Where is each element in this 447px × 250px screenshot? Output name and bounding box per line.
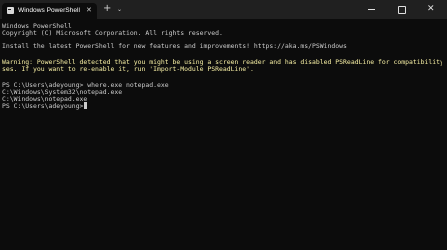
new-tab-button[interactable]: + xyxy=(103,3,111,15)
close-icon: ✕ xyxy=(427,4,435,14)
tab-close-icon[interactable]: ✕ xyxy=(86,5,92,16)
terminal-window: Windows PowerShell ✕ + ⌄ ✕ Windows Power… xyxy=(0,0,447,250)
title-bar: Windows PowerShell ✕ + ⌄ ✕ xyxy=(0,0,447,19)
maximize-button[interactable] xyxy=(387,0,417,19)
minimize-button[interactable] xyxy=(357,0,387,19)
maximize-icon xyxy=(398,6,406,14)
tab-windows-powershell[interactable]: Windows PowerShell ✕ xyxy=(2,3,97,19)
tab-title: Windows PowerShell xyxy=(18,7,80,14)
prompt-line[interactable]: PS C:\Users\adeyoung> xyxy=(2,102,442,111)
console-output[interactable]: Windows PowerShell Copyright (C) Microso… xyxy=(0,19,447,250)
prompt-text: PS C:\Users\adeyoung> xyxy=(2,102,84,110)
text-cursor xyxy=(84,102,88,109)
chevron-down-icon[interactable]: ⌄ xyxy=(117,4,122,15)
warning-line: ses. If you want to re-enable it, run 'I… xyxy=(2,65,254,73)
powershell-icon xyxy=(7,7,14,14)
minimize-icon xyxy=(368,9,375,10)
console-line: Copyright (C) Microsoft Corporation. All… xyxy=(2,29,223,37)
console-line: Install the latest PowerShell for new fe… xyxy=(2,42,347,50)
close-button[interactable]: ✕ xyxy=(417,0,447,19)
